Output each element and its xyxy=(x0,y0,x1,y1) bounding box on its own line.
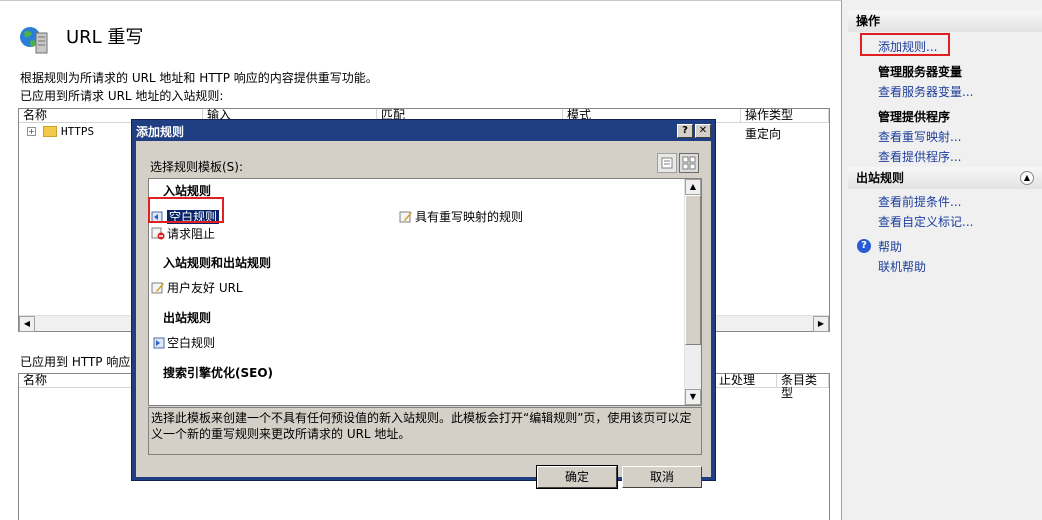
rule-name: HTTPS xyxy=(61,125,95,138)
online-help-link[interactable]: 联机帮助 xyxy=(878,258,926,275)
help-icon: ? xyxy=(857,239,871,253)
tile-view-button[interactable] xyxy=(679,153,699,173)
manage-providers-title: 管理提供程序 xyxy=(878,110,951,124)
help-link[interactable]: 帮助 xyxy=(878,238,902,255)
outbound-rules-header: 出站规则 xyxy=(848,167,1042,189)
view-server-vars-link[interactable]: 查看服务器变量... xyxy=(878,83,973,100)
template-rule-with-rewrite-map[interactable]: 具有重写映射的规则 xyxy=(399,208,523,225)
template-user-friendly-url[interactable]: 用户友好 URL xyxy=(151,279,243,296)
outbound-rules-label: 已应用到 HTTP 响应头 xyxy=(20,355,143,369)
outbound-blank-rule-icon xyxy=(153,337,165,349)
template-description: 选择此模板来创建一个不具有任何预设值的新入站规则。此模板会打开“编辑规则”页，使… xyxy=(148,407,702,455)
page-title: URL 重写 xyxy=(66,27,144,48)
ok-button[interactable]: 确定 xyxy=(536,465,618,489)
group-seo: 搜索引擎优化(SEO) xyxy=(163,366,274,380)
template-list[interactable]: 入站规则 空白规则 具有重写映射的规则 请求阻止 入站规则和出站规则 用户友好 … xyxy=(148,178,702,406)
scroll-left-button[interactable]: ◀ xyxy=(19,316,35,332)
view-rewrite-maps-link[interactable]: 查看重写映射... xyxy=(878,128,961,145)
column-header-action-type[interactable]: 操作类型 xyxy=(741,109,829,123)
dialog-body: 选择规则模板(S): 入站规则 空白规则 具有重写映射的规则 请求阻止 入站规则… xyxy=(136,141,711,489)
actions-pane: 操作 添加规则... 管理服务器变量 查看服务器变量... 管理提供程序 查看重… xyxy=(848,0,1042,520)
column-header-stop-processing[interactable]: 止处理 xyxy=(715,374,777,388)
rule-action: 重定向 xyxy=(745,127,782,141)
view-providers-link[interactable]: 查看提供程序... xyxy=(878,148,961,165)
request-block-icon xyxy=(151,227,165,240)
cancel-button[interactable]: 取消 xyxy=(622,466,702,488)
template-list-scrollbar[interactable]: ▲ ▼ xyxy=(684,179,701,405)
scroll-right-button[interactable]: ▶ xyxy=(813,316,829,332)
inbound-rules-label: 已应用到所请求 URL 地址的入站规则: xyxy=(20,89,224,103)
blank-rule-highlight-box xyxy=(148,197,224,223)
template-request-blocking[interactable]: 请求阻止 xyxy=(151,225,215,242)
request-block-label: 请求阻止 xyxy=(167,227,216,241)
dialog-help-button[interactable]: ? xyxy=(677,124,693,138)
list-view-button[interactable] xyxy=(657,153,677,173)
view-custom-tags-link[interactable]: 查看自定义标记... xyxy=(878,213,973,230)
outbound-blank-rule-label: 空白规则 xyxy=(167,336,216,350)
page-description: 根据规则为所请求的 URL 地址和 HTTP 响应的内容提供重写功能。 xyxy=(20,71,378,85)
dialog-title: 添加规则 xyxy=(136,125,185,139)
rewrite-map-rule-label: 具有重写映射的规则 xyxy=(415,210,524,224)
rewrite-map-rule-icon xyxy=(399,211,412,223)
scroll-down-button[interactable]: ▼ xyxy=(685,389,701,405)
user-friendly-url-label: 用户友好 URL xyxy=(167,281,243,295)
actions-header: 操作 xyxy=(848,10,1042,32)
tile-view-icon xyxy=(682,156,696,170)
scroll-thumb[interactable] xyxy=(685,195,701,345)
folder-icon xyxy=(43,126,57,137)
user-friendly-url-icon xyxy=(151,282,164,294)
scroll-up-button[interactable]: ▲ xyxy=(685,179,701,195)
add-rule-highlight-box xyxy=(860,33,950,56)
template-outbound-blank-rule[interactable]: 空白规则 xyxy=(151,334,215,351)
view-preconditions-link[interactable]: 查看前提条件... xyxy=(878,193,961,210)
collapse-icon[interactable]: ▲ xyxy=(1020,171,1034,185)
expand-icon[interactable]: + xyxy=(27,127,36,136)
select-template-label: 选择规则模板(S): xyxy=(150,160,244,174)
list-view-icon xyxy=(661,157,673,169)
group-inbound-and-outbound-rules: 入站规则和出站规则 xyxy=(163,256,272,270)
group-outbound-rules: 出站规则 xyxy=(163,311,212,325)
manage-server-vars-title: 管理服务器变量 xyxy=(878,65,963,79)
add-rule-dialog: 添加规则 ? ✕ 选择规则模板(S): 入站规则 空白规则 具有重写映射的规则 … xyxy=(131,119,716,489)
url-rewrite-globe-icon xyxy=(20,27,48,54)
dialog-close-button[interactable]: ✕ xyxy=(695,124,711,138)
column-header-entry-type[interactable]: 条目类型 xyxy=(777,374,829,400)
